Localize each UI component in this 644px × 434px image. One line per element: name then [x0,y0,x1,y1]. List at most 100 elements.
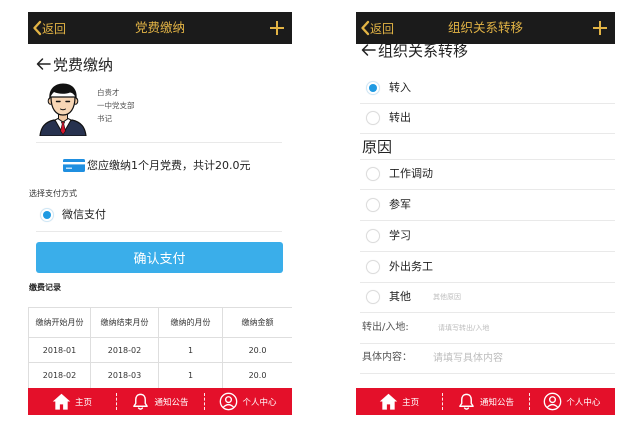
credit-card-icon [63,158,85,172]
payment-option-label: 微信支付 [62,208,106,221]
back-label: 返回 [370,21,395,36]
divider [360,373,615,374]
records-title: 缴费记录 [29,283,61,292]
divider [360,133,615,134]
reason-option-job-transfer[interactable]: 工作调动 [356,159,615,189]
column-header: 缴纳金额 [222,307,292,338]
profile-branch: 一中党支部 [97,101,135,110]
page-title: 组织关系转移 [447,20,523,35]
org-transfer-screen: 返回 组织关系转移 组织关系转移 转入 转出 原因 工作调动 参军 学习 外出务… [356,12,615,415]
profile-position: 书记 [97,114,112,123]
bell-icon [457,392,476,411]
location-field-label: 转出/入地: [362,322,409,333]
location-field-row: 转出/入地: [356,313,615,343]
nav-item-profile[interactable]: 个人中心 [204,388,292,415]
column-header: 缴纳开始月份 [28,307,91,338]
bottom-nav: 主页 通知公告 个人中心 [28,388,292,415]
table-row: 2018-02 2018-03 1 20.0 [28,362,292,389]
table-cell: 2018-02 [90,337,159,363]
bell-icon [131,392,150,411]
page-heading-label: 党费缴纳 [53,55,114,74]
payment-method-label: 选择支付方式 [29,189,77,198]
arrow-left-icon[interactable] [35,57,53,71]
page-title: 党费缴纳 [134,20,185,35]
reason-option-other[interactable]: 其他 [356,282,615,312]
payment-records-table: 缴纳开始月份 缴纳结束月份 缴纳的月份 缴纳金额 2018-01 2018-02… [28,307,292,389]
radio-button[interactable] [366,290,380,304]
location-input[interactable] [438,321,588,335]
nav-item-label: 个人中心 [566,397,601,408]
nav-item-notices[interactable]: 通知公告 [116,388,204,415]
option-label: 参军 [389,198,411,211]
option-transfer-in[interactable]: 转入 [356,73,615,103]
table-cell: 2018-01 [28,337,91,363]
due-notice: 您应缴纳1个月党费，共计20.0元 [63,157,251,173]
plus-icon [592,20,608,36]
details-input[interactable] [433,351,593,365]
chevron-left-icon [32,20,42,36]
back-button[interactable]: 返回 [360,18,394,38]
radio-button[interactable] [366,111,380,125]
option-label: 外出务工 [389,260,433,273]
add-button[interactable] [269,20,285,36]
option-transfer-out[interactable]: 转出 [356,103,615,133]
option-label: 其他 [389,290,411,303]
nav-item-notices[interactable]: 通知公告 [442,388,528,415]
radio-button[interactable] [366,167,380,181]
reason-option-migrant-work[interactable]: 外出务工 [356,252,615,282]
table-cell: 20.0 [222,362,292,389]
plus-icon [269,20,285,36]
details-field-row: 具体内容： [356,343,615,373]
option-label: 学习 [389,229,411,242]
house-icon [379,392,398,411]
user-circle-icon [219,392,238,411]
payment-option-wechat[interactable]: 微信支付 [28,200,292,230]
nav-item-label: 个人中心 [242,397,277,408]
table-cell: 1 [158,337,223,363]
profile-info: 白贵才 一中党支部 书记 [97,86,135,125]
nav-item-profile[interactable]: 个人中心 [528,388,615,415]
top-bar: 返回 组织关系转移 [356,12,615,44]
table-cell: 20.0 [222,337,292,363]
table-cell: 1 [158,362,223,389]
reason-heading: 原因 [362,138,393,156]
radio-button[interactable] [40,208,54,222]
nav-item-home[interactable]: 主页 [28,388,116,415]
option-label: 工作调动 [389,167,433,180]
option-label: 转出 [389,111,411,124]
radio-button[interactable] [366,81,380,95]
confirm-payment-button[interactable]: 确认支付 [36,242,283,273]
back-button[interactable]: 返回 [32,18,66,38]
nav-item-home[interactable]: 主页 [356,388,442,415]
back-label: 返回 [42,21,67,36]
details-field-label: 具体内容： [362,352,412,363]
top-bar: 返回 党费缴纳 [28,12,292,44]
option-label: 转入 [389,81,411,94]
nav-item-label: 通知公告 [479,397,514,408]
house-icon [52,392,71,411]
profile-name: 白贵才 [97,88,120,97]
divider [36,231,282,232]
other-reason-input[interactable] [433,290,553,304]
party-fee-screen: 返回 党费缴纳 党费缴纳 白贵才 一中党支部 书记 您应缴纳1个月党费，共计20… [28,12,292,415]
nav-item-label: 主页 [402,397,420,408]
due-notice-text: 您应缴纳1个月党费，共计20.0元 [87,159,251,172]
bottom-nav: 主页 通知公告 个人中心 [356,388,615,415]
radio-button[interactable] [366,198,380,212]
radio-button[interactable] [366,260,380,274]
page-heading: 党费缴纳 [35,55,114,74]
reason-option-military[interactable]: 参军 [356,190,615,220]
chevron-left-icon [360,20,370,36]
reason-option-study[interactable]: 学习 [356,221,615,251]
nav-item-label: 主页 [74,397,92,408]
radio-button[interactable] [366,229,380,243]
column-header: 缴纳结束月份 [90,307,159,338]
divider [36,142,282,143]
table-row: 2018-01 2018-02 1 20.0 [28,337,292,363]
column-header: 缴纳的月份 [158,307,223,338]
table-cell: 2018-03 [90,362,159,389]
add-button[interactable] [592,20,608,36]
avatar [38,82,88,137]
table-header-row: 缴纳开始月份 缴纳结束月份 缴纳的月份 缴纳金额 [28,307,292,338]
arrow-left-icon[interactable] [360,43,378,57]
